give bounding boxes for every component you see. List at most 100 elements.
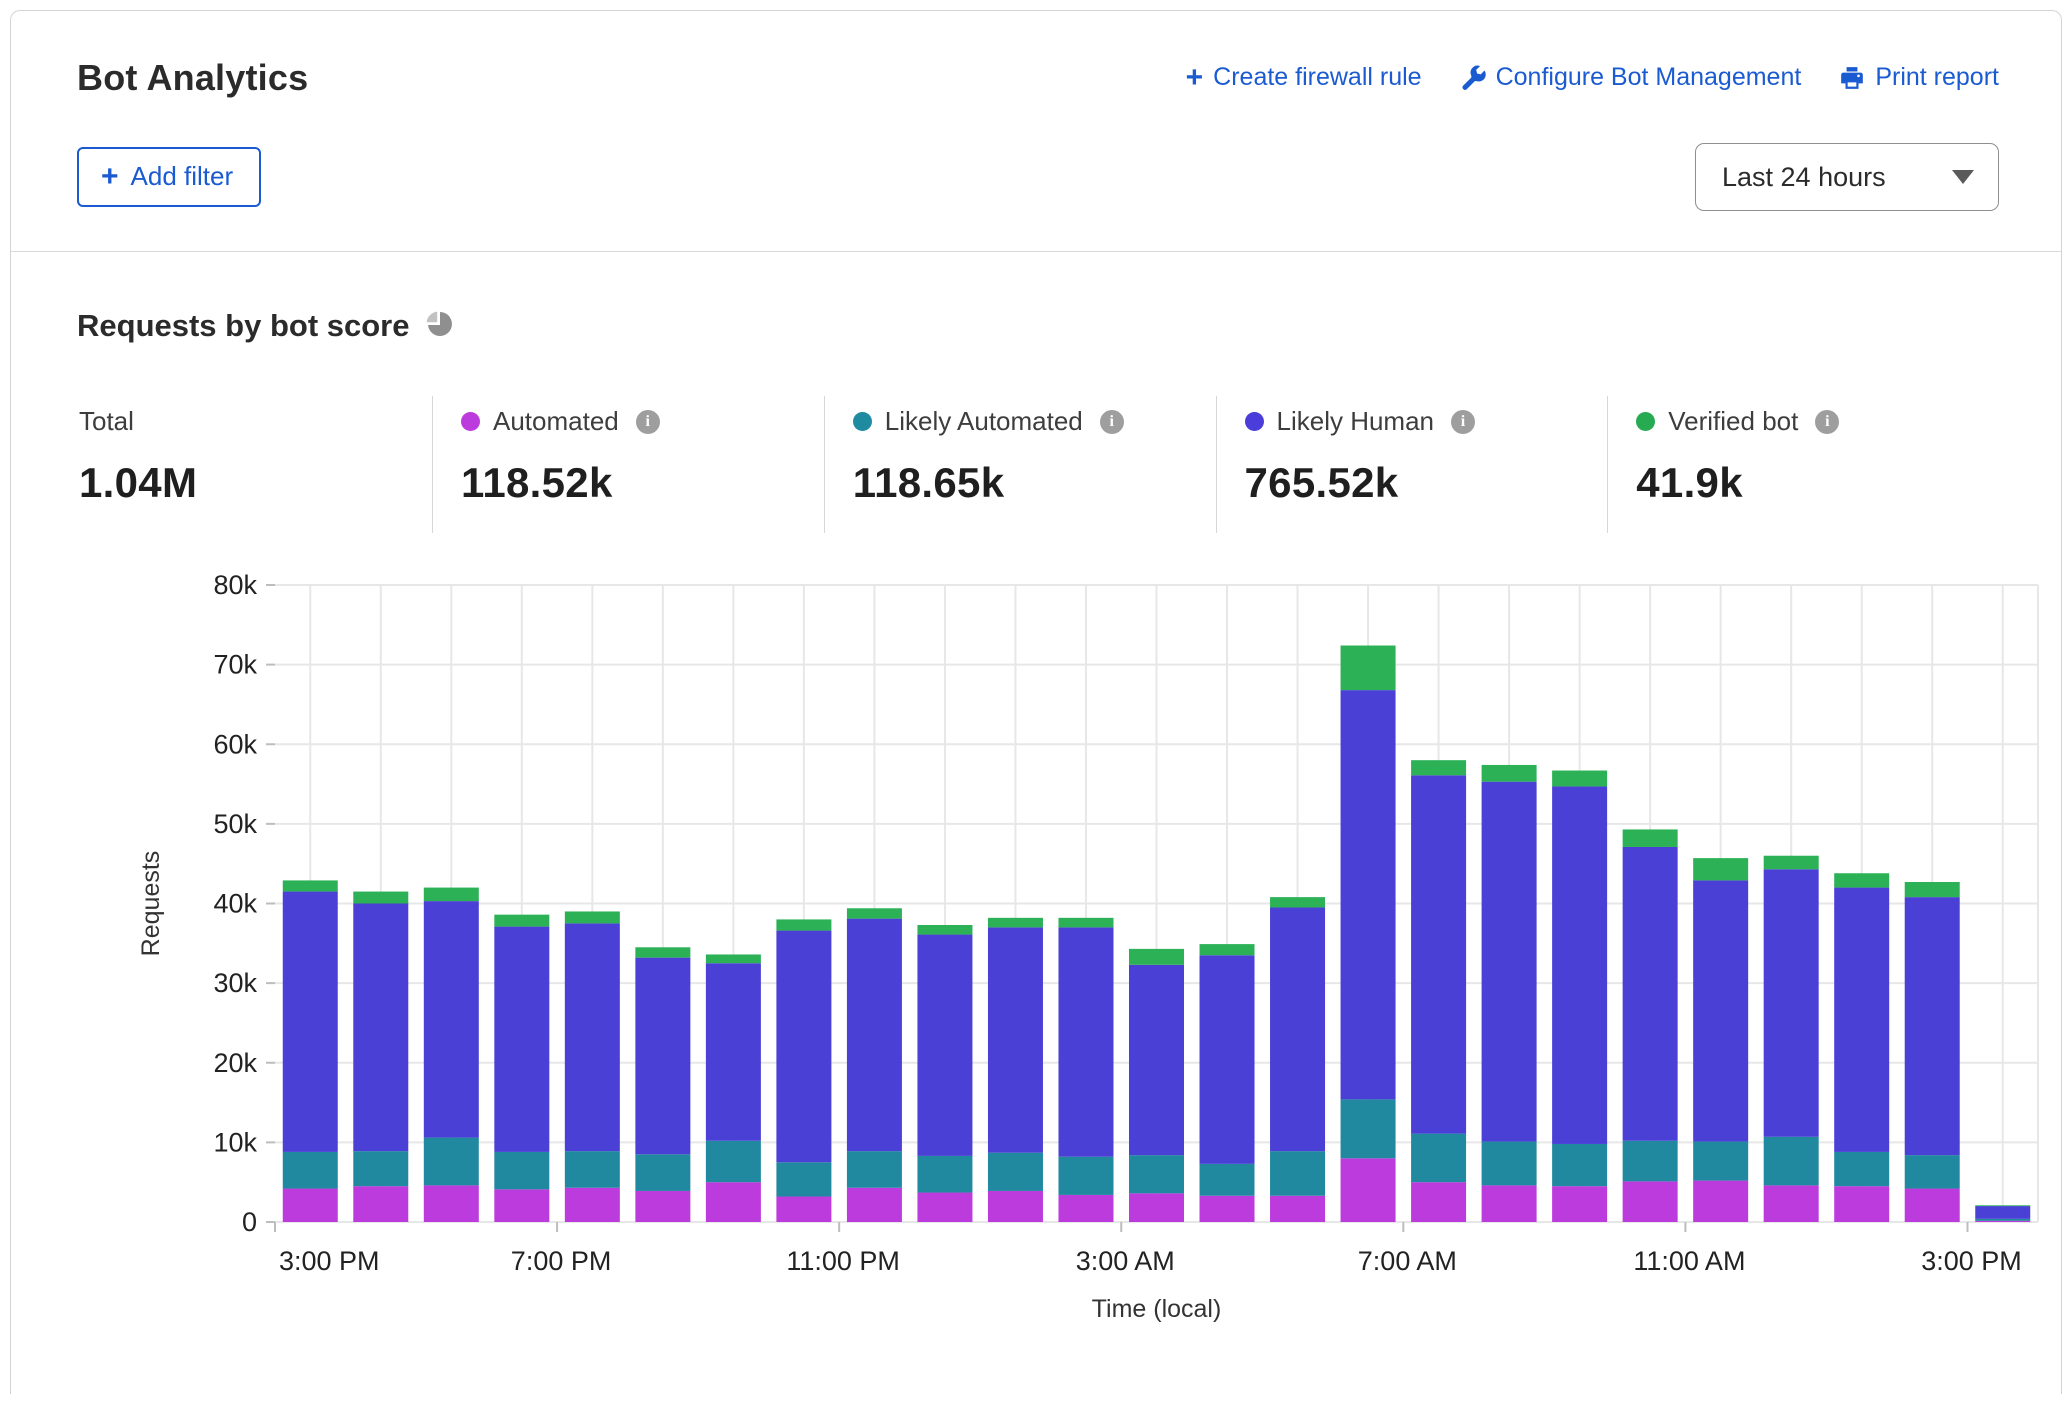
segment-likely-human <box>776 931 831 1163</box>
bar-1:00 AM[interactable] <box>988 918 1043 1222</box>
y-tick-label: 40k <box>213 889 257 919</box>
stat-verified-bot-label: Verified bot <box>1668 406 1798 437</box>
info-icon[interactable] <box>1451 410 1475 434</box>
bar-4:00 AM[interactable] <box>1200 944 1255 1222</box>
bar-10:00 AM[interactable] <box>1623 829 1678 1222</box>
stat-automated-label: Automated <box>493 406 619 437</box>
segment-likely-human <box>494 927 549 1152</box>
segment-likely-automated <box>1623 1141 1678 1182</box>
segment-verified-bot <box>353 892 408 904</box>
segment-likely-human <box>1058 927 1113 1156</box>
segment-likely-automated <box>847 1151 902 1188</box>
bar-11:00 PM[interactable] <box>847 908 902 1222</box>
segment-likely-automated <box>917 1156 972 1193</box>
segment-automated <box>1270 1196 1325 1222</box>
configure-bot-management-label: Configure Bot Management <box>1496 63 1802 92</box>
printer-icon <box>1839 65 1865 91</box>
segment-likely-automated <box>1834 1152 1889 1186</box>
bar-10:00 PM[interactable] <box>776 919 831 1222</box>
bar-4:00 PM[interactable] <box>353 892 408 1222</box>
verified-bot-legend-dot <box>1636 412 1655 431</box>
segment-likely-automated <box>353 1151 408 1186</box>
segment-verified-bot <box>494 915 549 927</box>
x-axis-title: Time (local) <box>1092 1295 1222 1323</box>
segment-likely-human <box>1270 907 1325 1151</box>
time-range-select[interactable]: Last 24 hours <box>1695 143 1999 211</box>
segment-automated <box>847 1188 902 1222</box>
segment-automated <box>1834 1186 1889 1222</box>
bar-2:00 PM[interactable] <box>1905 882 1960 1222</box>
stat-likely-human-value: 765.52k <box>1245 459 1598 507</box>
bar-5:00 PM[interactable] <box>424 888 479 1222</box>
segment-likely-human <box>847 919 902 1152</box>
info-icon[interactable] <box>1815 410 1839 434</box>
bar-1:00 PM[interactable] <box>1834 873 1889 1222</box>
segment-verified-bot <box>1200 944 1255 955</box>
segment-verified-bot <box>1552 771 1607 787</box>
segment-verified-bot <box>1482 765 1537 782</box>
segment-likely-automated <box>424 1138 479 1186</box>
segment-automated <box>706 1182 761 1222</box>
segment-likely-automated <box>776 1162 831 1196</box>
segment-likely-human <box>565 923 620 1151</box>
stat-total-label: Total <box>79 406 134 437</box>
bar-6:00 PM[interactable] <box>494 915 549 1222</box>
segment-automated <box>1552 1186 1607 1222</box>
stats-row: Total 1.04M Automated 118.52k Likely Aut… <box>77 396 1999 533</box>
add-filter-button[interactable]: + Add filter <box>77 147 261 207</box>
x-tick-label: 3:00 PM <box>279 1246 380 1276</box>
bar-6:00 AM[interactable] <box>1341 646 1396 1222</box>
bar-9:00 AM[interactable] <box>1552 771 1607 1222</box>
segment-automated <box>1764 1185 1819 1222</box>
bar-12:00 AM[interactable] <box>917 925 972 1222</box>
bar-12:00 PM[interactable] <box>1764 856 1819 1222</box>
bar-7:00 PM[interactable] <box>565 911 620 1222</box>
bar-8:00 PM[interactable] <box>635 947 690 1222</box>
bar-9:00 PM[interactable] <box>706 954 761 1222</box>
segment-verified-bot <box>1764 856 1819 870</box>
create-firewall-rule-link[interactable]: + Create firewall rule <box>1186 63 1422 92</box>
segment-verified-bot <box>1834 873 1889 887</box>
segment-automated <box>1058 1195 1113 1222</box>
segment-likely-human <box>1200 955 1255 1164</box>
segment-likely-human <box>1552 786 1607 1144</box>
segment-likely-automated <box>1905 1155 1960 1188</box>
automated-legend-dot <box>461 412 480 431</box>
segment-automated <box>424 1185 479 1222</box>
bar-3:00 AM[interactable] <box>1129 949 1184 1222</box>
stat-likely-human-label: Likely Human <box>1277 406 1435 437</box>
segment-likely-human <box>917 935 972 1156</box>
stacked-bar-chart: 010k20k30k40k50k60k70k80k3:00 PM7:00 PM1… <box>133 567 2070 1325</box>
stat-likely-automated-value: 118.65k <box>853 459 1206 507</box>
y-tick-label: 30k <box>213 968 257 998</box>
bar-5:00 AM[interactable] <box>1270 897 1325 1222</box>
segment-likely-human <box>988 927 1043 1152</box>
bar-7:00 AM[interactable] <box>1411 760 1466 1222</box>
page-title: Bot Analytics <box>77 57 308 99</box>
time-range-value: Last 24 hours <box>1722 162 1886 193</box>
segment-likely-automated <box>1270 1151 1325 1196</box>
bar-8:00 AM[interactable] <box>1482 765 1537 1222</box>
print-report-link[interactable]: Print report <box>1839 63 1999 92</box>
segment-verified-bot <box>1129 949 1184 965</box>
x-tick-label: 3:00 AM <box>1076 1246 1175 1276</box>
segment-likely-automated <box>1341 1099 1396 1158</box>
info-icon[interactable] <box>636 410 660 434</box>
add-filter-label: Add filter <box>131 161 234 192</box>
section-title: Requests by bot score <box>77 308 409 344</box>
info-icon[interactable] <box>1100 410 1124 434</box>
bot-analytics-card: Bot Analytics + Create firewall rule Con… <box>10 10 2062 1394</box>
segment-automated <box>1411 1182 1466 1222</box>
bar-11:00 AM[interactable] <box>1693 858 1748 1222</box>
bar-2:00 AM[interactable] <box>1058 918 1113 1222</box>
segment-likely-automated <box>1764 1137 1819 1186</box>
chevron-down-icon <box>1952 170 1974 184</box>
segment-likely-automated <box>565 1151 620 1188</box>
segment-verified-bot <box>847 908 902 918</box>
bar-3:00 PM[interactable] <box>283 880 338 1222</box>
wrench-icon <box>1460 65 1486 91</box>
segment-verified-bot <box>1341 646 1396 691</box>
bar-3:00 PM[interactable] <box>1975 1205 2030 1222</box>
configure-bot-management-link[interactable]: Configure Bot Management <box>1460 63 1802 92</box>
segment-automated <box>776 1197 831 1222</box>
